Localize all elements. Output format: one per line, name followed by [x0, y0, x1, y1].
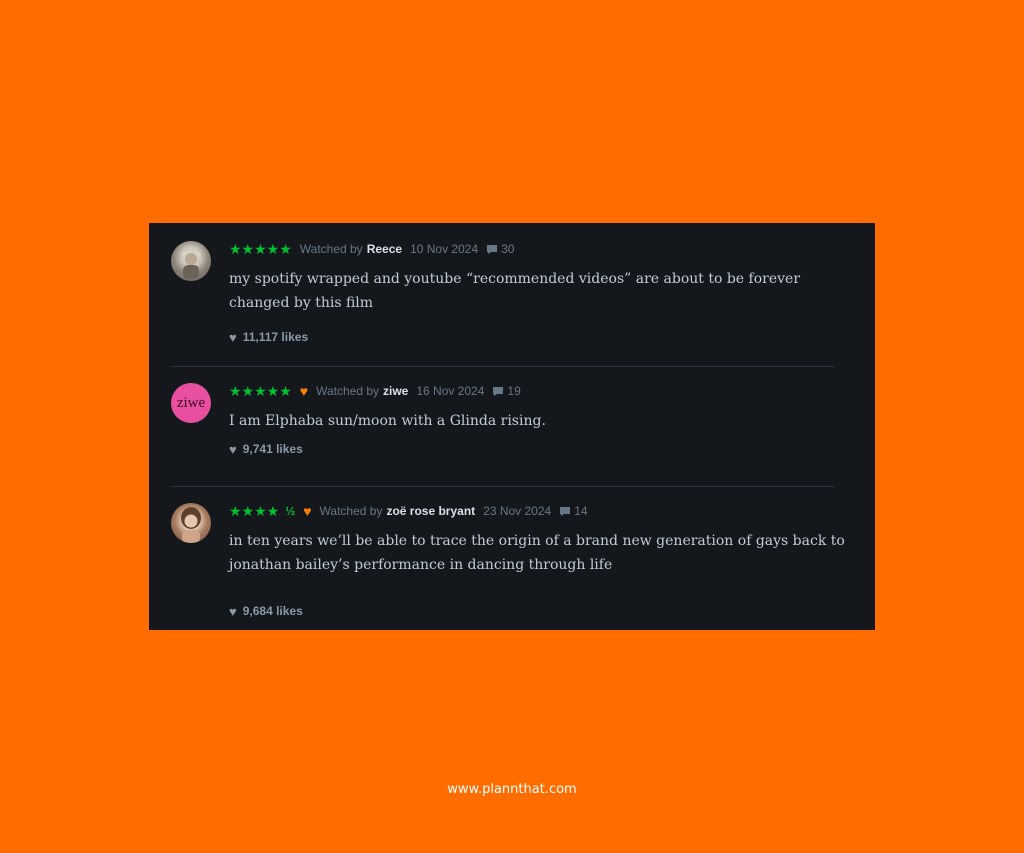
heart-icon[interactable]: ♥: [229, 330, 237, 345]
comment-icon[interactable]: [492, 386, 504, 397]
username-link[interactable]: Reece: [367, 242, 402, 256]
review-meta: ★★★★★ ♥ Watched by ziwe 16 Nov 2024 19: [229, 382, 521, 400]
review-meta: ★★★★ ½ ♥ Watched by zoë rose bryant 23 N…: [229, 502, 588, 520]
liked-heart-icon: ♥: [303, 503, 312, 519]
divider: [171, 486, 835, 487]
likes-count[interactable]: ♥ 11,117 likes: [229, 329, 308, 345]
likes-label: 9,684 likes: [242, 604, 303, 618]
star-rating: ★★★★★: [229, 382, 292, 399]
likes-count[interactable]: ♥ 9,741 likes: [229, 441, 303, 457]
review-date[interactable]: 10 Nov 2024: [410, 242, 478, 256]
avatar[interactable]: [171, 503, 211, 543]
likes-label: 11,117 likes: [242, 330, 309, 344]
divider: [171, 366, 835, 367]
reviews-card: ★★★★★ Watched by Reece 10 Nov 2024 30 my…: [149, 223, 875, 630]
heart-icon[interactable]: ♥: [229, 604, 237, 619]
likes-count[interactable]: ♥ 9,684 likes: [229, 603, 303, 619]
star-rating: ★★★★★: [229, 240, 292, 257]
username-link[interactable]: ziwe: [383, 384, 408, 398]
avatar[interactable]: [171, 241, 211, 281]
star-rating: ★★★★: [229, 502, 280, 519]
comment-icon[interactable]: [559, 506, 571, 517]
review-date[interactable]: 16 Nov 2024: [416, 384, 484, 398]
watched-by-label: Watched by: [319, 504, 383, 518]
half-star: ½: [285, 504, 296, 518]
footer-url: www.plannthat.com: [447, 782, 577, 797]
review-date[interactable]: 23 Nov 2024: [483, 504, 551, 518]
review-text: in ten years we’ll be able to trace the …: [229, 533, 845, 573]
watched-by-label: Watched by: [299, 242, 363, 256]
liked-heart-icon: ♥: [299, 383, 309, 399]
comment-count[interactable]: 14: [574, 504, 587, 518]
comment-count[interactable]: 19: [507, 384, 520, 398]
avatar[interactable]: ziwe: [171, 383, 211, 423]
comment-count[interactable]: 30: [501, 242, 514, 256]
likes-label: 9,741 likes: [242, 442, 303, 456]
watched-by-label: Watched by: [316, 384, 379, 398]
review-text: I am Elphaba sun/moon with a Glinda risi…: [229, 413, 546, 429]
review-text: my spotify wrapped and youtube “recommen…: [229, 271, 801, 311]
heart-icon[interactable]: ♥: [229, 442, 237, 457]
username-link[interactable]: zoë rose bryant: [386, 504, 475, 518]
comment-icon[interactable]: [486, 244, 498, 255]
review-meta: ★★★★★ Watched by Reece 10 Nov 2024 30: [229, 241, 514, 257]
